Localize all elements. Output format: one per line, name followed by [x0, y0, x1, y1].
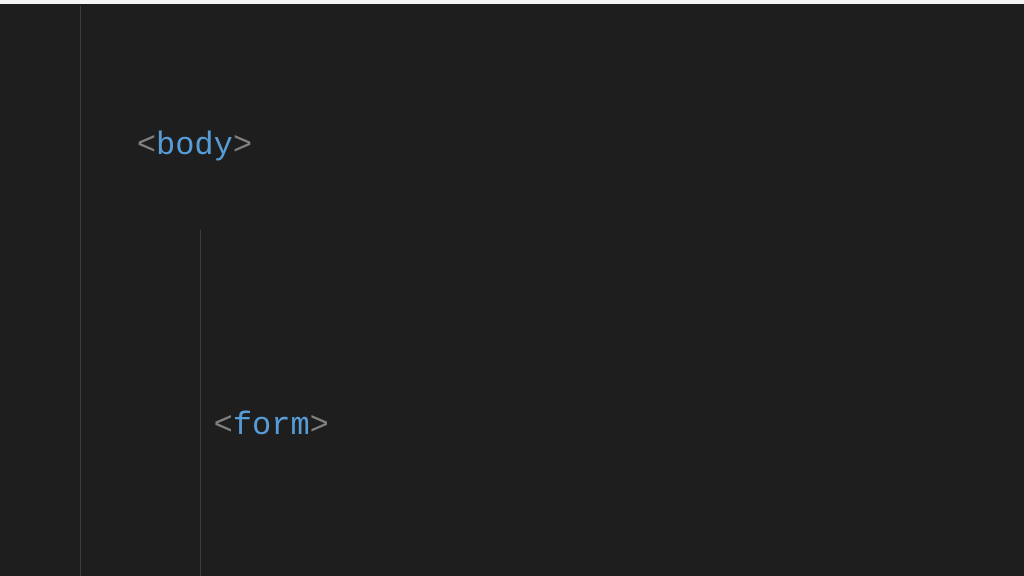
tag-name: form	[233, 407, 310, 444]
indent-guide	[200, 230, 201, 510]
code-line[interactable]: <body>	[0, 6, 1024, 230]
code-line[interactable]: <input type = "button" onclick	[0, 510, 1024, 576]
indent	[137, 407, 214, 444]
code-editor[interactable]: <body> <form> <input type = "button" onc…	[0, 0, 1024, 576]
indent-guide	[80, 510, 81, 576]
tag-name: body	[156, 127, 233, 164]
indent-guide	[200, 510, 201, 576]
angle-bracket: >	[310, 407, 329, 444]
indent-guide	[80, 230, 81, 510]
code-line[interactable]: <form>	[0, 230, 1024, 510]
indent-guide	[80, 6, 81, 230]
angle-bracket: <	[137, 127, 156, 164]
angle-bracket: >	[233, 127, 252, 164]
angle-bracket: <	[214, 407, 233, 444]
window-top-edge	[0, 0, 1024, 4]
